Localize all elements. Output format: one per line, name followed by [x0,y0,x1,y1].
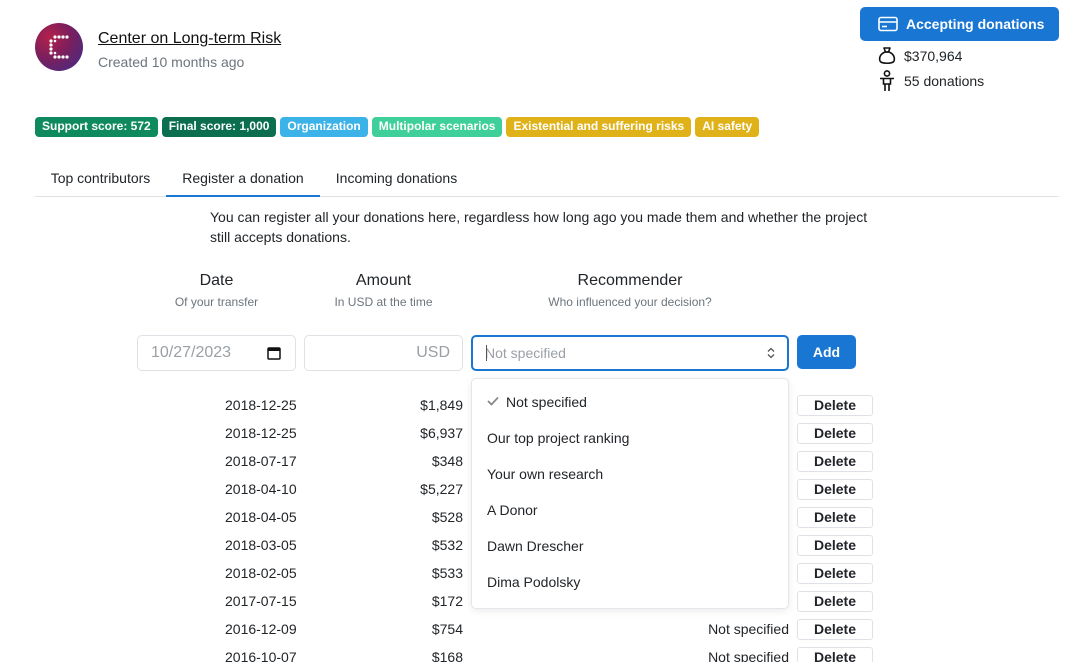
recommender-select[interactable]: Not specified [471,335,789,371]
donation-date: 2018-04-05 [225,509,297,525]
donation-date: 2018-04-10 [225,481,297,497]
badge-ai-safety[interactable]: AI safety [695,117,760,137]
delete-button[interactable]: Delete [797,479,873,500]
amount-input[interactable]: USD [304,335,463,371]
date-column-header: Date Of your transfer [137,272,296,309]
tab-register-donation[interactable]: Register a donation [166,160,320,197]
org-logo [35,23,83,71]
donations-count: 55 donations [904,73,985,89]
donation-date: 2018-03-05 [225,537,297,553]
date-subtitle: Of your transfer [174,295,259,309]
option-top-project-ranking[interactable]: Our top project ranking [487,430,629,446]
donation-date: 2018-07-17 [225,453,297,469]
badge-support-score: Support score: 572 [35,117,158,137]
add-button[interactable]: Add [797,335,856,369]
date-title: Date [199,272,234,289]
delete-button[interactable]: Delete [797,395,873,416]
donation-amount: $754 [431,621,463,637]
accepting-donations-label: Accepting donations [906,16,1045,32]
date-input[interactable]: 10/27/2023 [137,335,296,371]
delete-button[interactable]: Delete [797,591,873,612]
delete-button[interactable]: Delete [797,619,873,640]
updown-chevron-icon [767,347,775,359]
donation-row: 2016-10-07 $168 Not specified Delete [0,643,1077,662]
accepting-donations-button[interactable]: Accepting donations [860,7,1059,41]
delete-button[interactable]: Delete [797,563,873,584]
donation-amount: $1,849 [420,397,463,413]
check-icon [487,396,499,406]
calendar-icon[interactable] [267,346,281,360]
donation-amount: $348 [431,453,463,469]
donation-date: 2016-12-09 [225,621,297,637]
option-not-specified[interactable]: Not specified [487,394,587,410]
total-raised: $370,964 [878,46,962,66]
donation-date: 2017-07-15 [225,593,297,609]
badge-existential[interactable]: Existential and suffering risks [506,117,692,137]
badge-organization[interactable]: Organization [280,117,368,137]
recommender-dropdown: Not specified Our top project ranking Yo… [471,378,789,609]
created-date: Created 10 months ago [98,54,245,70]
credit-card-icon [878,16,898,32]
recommender-column-header: Recommender Who influenced your decision… [471,272,789,309]
tab-bar: Top contributors Register a donation Inc… [35,160,1059,197]
option-dawn-drescher[interactable]: Dawn Drescher [487,538,583,554]
delete-button[interactable]: Delete [797,423,873,444]
tab-incoming-donations[interactable]: Incoming donations [320,160,473,197]
donation-amount: $528 [431,509,463,525]
intro-text: You can register all your donations here… [210,209,868,245]
person-icon [880,70,894,91]
donation-date: 2018-12-25 [225,425,297,441]
donation-count: 55 donations [878,70,984,92]
amount-subtitle: In USD at the time [334,295,433,309]
donation-amount: $532 [431,537,463,553]
donation-amount: $168 [431,649,463,662]
donation-recommender: Not specified [708,649,789,662]
org-name-link[interactable]: Center on Long-term Risk [98,30,281,48]
donation-date: 2018-02-05 [225,565,297,581]
donation-date: 2016-10-07 [225,649,297,662]
option-dima-podolsky[interactable]: Dima Podolsky [487,574,580,590]
tag-badges: Support score: 572 Final score: 1,000 Or… [35,117,760,137]
total-amount: $370,964 [904,48,963,64]
delete-button[interactable]: Delete [797,507,873,528]
donation-amount: $533 [431,565,463,581]
badge-multipolar[interactable]: Multipolar scenarios [371,117,503,137]
donation-amount: $172 [431,593,463,609]
option-a-donor[interactable]: A Donor [487,502,538,518]
option-label: Not specified [506,394,587,410]
donation-amount: $5,227 [420,481,463,497]
delete-button[interactable]: Delete [797,647,873,662]
donation-recommender: Not specified [708,621,789,637]
date-value: 10/27/2023 [151,344,232,361]
money-bag-icon [878,47,896,65]
option-own-research[interactable]: Your own research [487,466,603,482]
badge-final-score: Final score: 1,000 [161,117,277,137]
tab-top-contributors[interactable]: Top contributors [35,160,166,197]
donation-date: 2018-12-25 [225,397,297,413]
recommender-placeholder: Not specified [485,345,566,361]
delete-button[interactable]: Delete [797,535,873,556]
donation-amount: $6,937 [420,425,463,441]
text-cursor [486,345,487,361]
delete-button[interactable]: Delete [797,451,873,472]
amount-title: Amount [355,272,412,289]
recommender-subtitle: Who influenced your decision? [548,295,712,309]
donation-row: 2016-12-09 $754 Not specified Delete [0,615,1077,643]
amount-column-header: Amount In USD at the time [304,272,463,309]
recommender-title: Recommender [577,272,683,289]
